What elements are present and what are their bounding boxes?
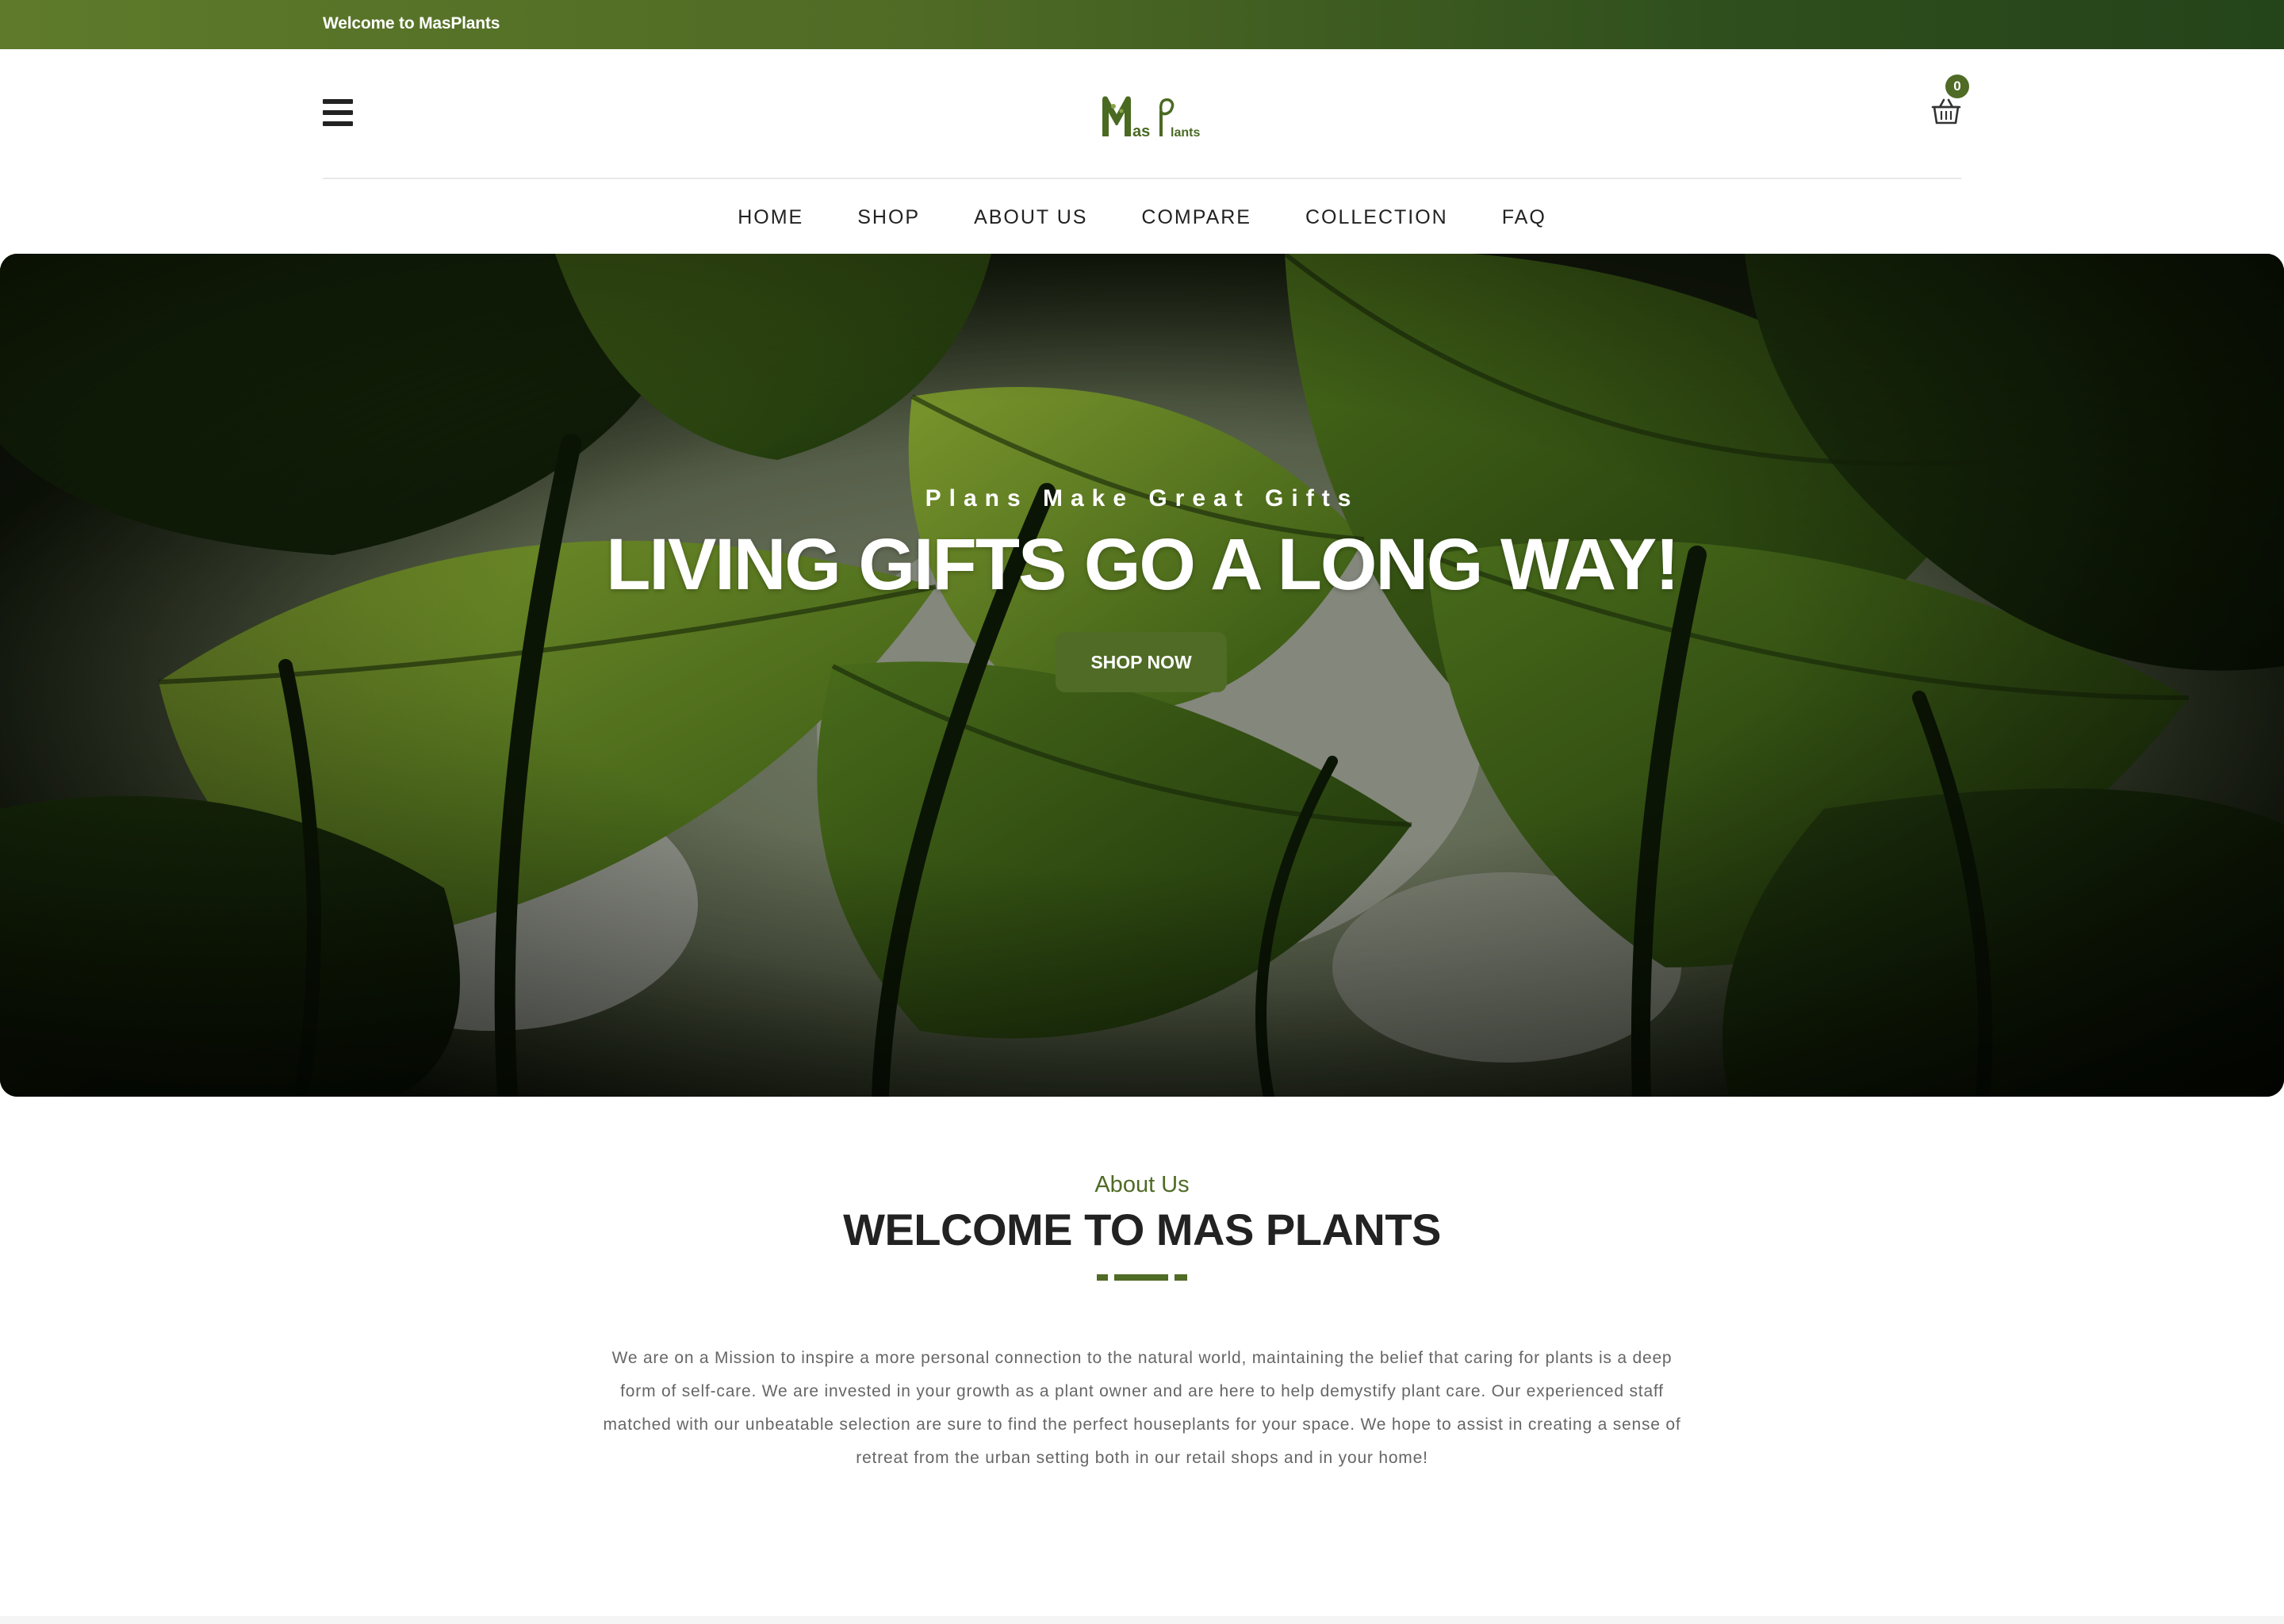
shopping-basket-icon [1931,98,1961,124]
hero-subtitle: Plans Make Great Gifts [925,485,1359,511]
shop-now-button[interactable]: SHOP NOW [1056,632,1227,692]
nav-item-collection[interactable]: COLLECTION [1278,179,1475,256]
site-header: as lants 0 [0,49,2284,179]
nav-item-shop[interactable]: SHOP [830,179,947,256]
main-navigation: HOME SHOP ABOUT US COMPARE COLLECTION FA… [0,179,2284,254]
hamburger-menu-icon[interactable] [323,99,353,126]
svg-text:lants: lants [1171,126,1200,140]
welcome-text: Welcome to MasPlants [323,14,500,33]
hero-banner: Plans Make Great Gifts LIVING GIFTS GO A… [0,254,2284,1097]
cart-button[interactable]: 0 [1929,75,1969,130]
about-body-text: We are on a Mission to inspire a more pe… [603,1349,1681,1467]
nav-item-about-us[interactable]: ABOUT US [947,179,1114,256]
nav-item-home[interactable]: HOME [711,179,830,256]
cart-count-badge: 0 [1945,75,1969,98]
nav-item-compare[interactable]: COMPARE [1114,179,1278,256]
logo-mark: as lants [1102,96,1200,140]
title-divider [1097,1274,1187,1281]
about-eyebrow: About Us [1094,1172,1190,1197]
section-divider-strip [0,1616,2284,1624]
announcement-bar: Welcome to MasPlants [0,0,2284,49]
svg-text:as: as [1132,123,1150,140]
hero-title: LIVING GIFTS GO A LONG WAY! [606,524,1680,605]
nav-item-faq[interactable]: FAQ [1475,179,1573,256]
site-logo[interactable]: as lants [1098,90,1217,143]
about-title: WELCOME TO MAS PLANTS [843,1205,1441,1254]
